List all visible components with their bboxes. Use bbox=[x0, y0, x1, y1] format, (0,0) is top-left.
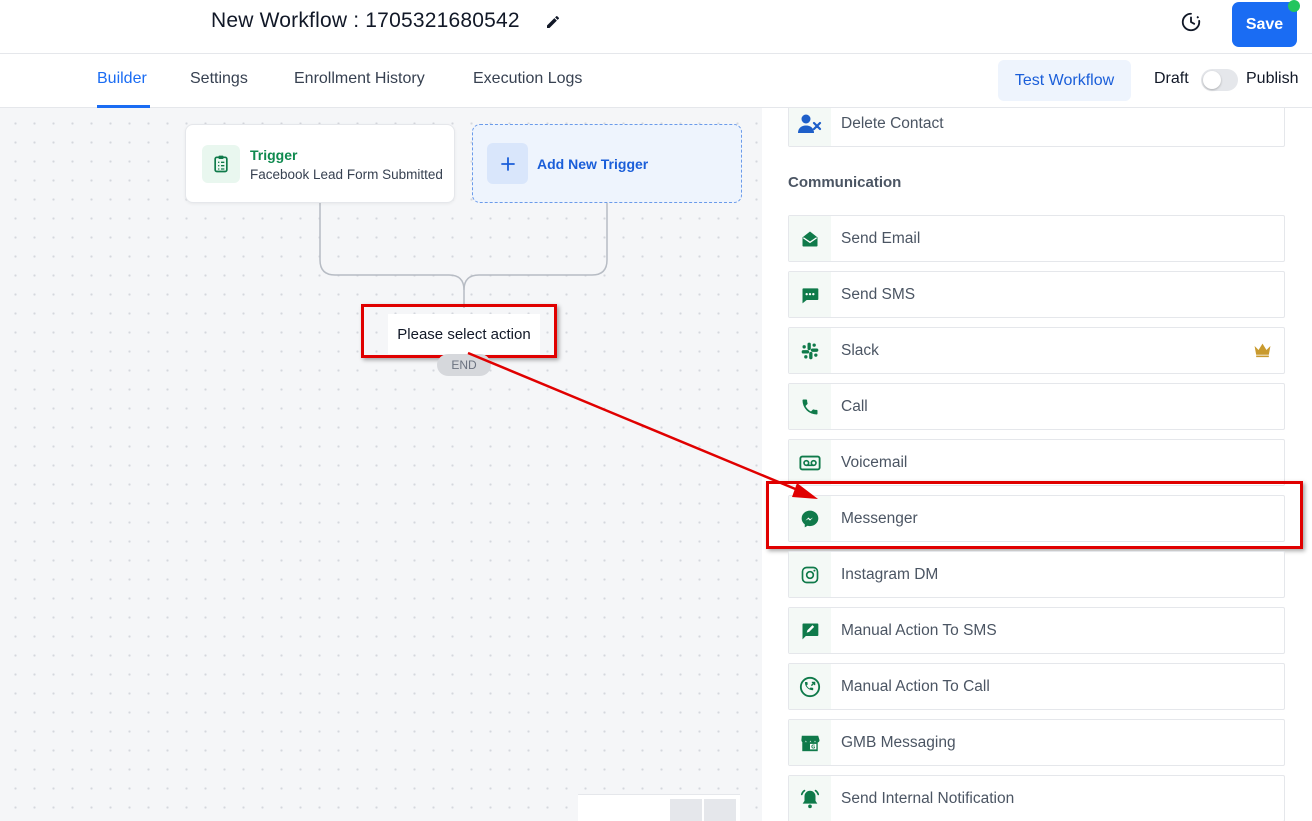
action-icon-cell bbox=[789, 664, 831, 709]
action-icon-cell bbox=[789, 776, 831, 821]
section-title-communication: Communication bbox=[788, 174, 902, 191]
action-manual-call[interactable]: Manual Action To Call bbox=[788, 663, 1285, 710]
trigger-subtitle: Facebook Lead Form Submitted bbox=[250, 167, 443, 182]
zoom-control-button[interactable] bbox=[670, 799, 702, 821]
action-manual-sms[interactable]: Manual Action To SMS bbox=[788, 607, 1285, 654]
canvas-controls bbox=[578, 794, 740, 821]
gmb-icon: G bbox=[801, 735, 820, 751]
action-send-internal-notification[interactable]: Send Internal Notification bbox=[788, 775, 1285, 821]
manual-sms-icon bbox=[802, 623, 819, 639]
bell-icon bbox=[800, 789, 820, 808]
action-delete-contact[interactable]: Delete Contact bbox=[788, 108, 1285, 147]
action-label: Manual Action To Call bbox=[841, 678, 990, 695]
action-icon-cell bbox=[789, 440, 831, 485]
clipboard-icon bbox=[214, 155, 228, 173]
add-trigger-plus-box bbox=[487, 143, 528, 184]
status-dot bbox=[1288, 0, 1300, 12]
pencil-icon[interactable] bbox=[545, 14, 561, 30]
end-node: END bbox=[437, 354, 491, 376]
history-icon[interactable] bbox=[1180, 11, 1202, 33]
tab-builder[interactable]: Builder bbox=[97, 70, 147, 88]
trigger-title: Trigger bbox=[250, 147, 298, 163]
plus-icon bbox=[500, 156, 515, 171]
user-delete-icon bbox=[798, 114, 822, 133]
action-icon-cell bbox=[789, 272, 831, 317]
voicemail-icon bbox=[799, 455, 821, 470]
zoom-control-button[interactable] bbox=[704, 799, 736, 821]
svg-text:G: G bbox=[811, 744, 815, 750]
workflow-title: New Workflow : 1705321680542 bbox=[211, 9, 520, 32]
action-label: Call bbox=[841, 398, 868, 415]
phone-icon bbox=[802, 399, 818, 414]
action-label: Delete Contact bbox=[841, 115, 944, 132]
action-instagram-dm[interactable]: Instagram DM bbox=[788, 551, 1285, 598]
crown-icon bbox=[1254, 343, 1271, 358]
action-label: Slack bbox=[841, 342, 879, 359]
action-icon-cell bbox=[789, 328, 831, 373]
slack-icon bbox=[801, 342, 819, 359]
manual-call-icon bbox=[799, 676, 821, 697]
tab-execution-logs[interactable]: Execution Logs bbox=[473, 70, 582, 88]
trigger-card[interactable]: Trigger Facebook Lead Form Submitted bbox=[185, 124, 455, 203]
add-trigger-card[interactable]: Add New Trigger bbox=[472, 124, 742, 203]
action-gmb-messaging[interactable]: G GMB Messaging bbox=[788, 719, 1285, 766]
action-send-email[interactable]: Send Email bbox=[788, 215, 1285, 262]
action-icon-cell bbox=[789, 216, 831, 261]
action-icon-cell bbox=[789, 108, 831, 146]
workflow-header: New Workflow : 1705321680542 Save bbox=[0, 0, 1312, 54]
action-label: Voicemail bbox=[841, 454, 908, 471]
email-icon bbox=[802, 231, 818, 246]
draft-label: Draft bbox=[1154, 70, 1189, 87]
action-slack[interactable]: Slack bbox=[788, 327, 1285, 374]
sms-icon bbox=[802, 287, 819, 303]
add-trigger-label: Add New Trigger bbox=[537, 156, 649, 172]
save-button[interactable]: Save bbox=[1232, 2, 1297, 47]
annotation-highlight-action bbox=[361, 304, 557, 358]
publish-label: Publish bbox=[1246, 70, 1299, 87]
instagram-icon bbox=[801, 566, 819, 583]
trigger-icon-box bbox=[202, 145, 240, 183]
publish-toggle[interactable] bbox=[1201, 69, 1238, 91]
action-label: Instagram DM bbox=[841, 566, 939, 583]
action-icon-cell bbox=[789, 608, 831, 653]
tab-settings[interactable]: Settings bbox=[190, 70, 248, 88]
action-label: GMB Messaging bbox=[841, 734, 956, 751]
annotation-highlight-messenger bbox=[766, 481, 1303, 549]
connector-lines bbox=[319, 203, 608, 308]
tab-enrollment-history[interactable]: Enrollment History bbox=[294, 70, 425, 88]
tab-bar: Builder Settings Enrollment History Exec… bbox=[0, 54, 1312, 108]
action-label: Send Email bbox=[841, 230, 921, 247]
action-label: Send SMS bbox=[841, 286, 916, 303]
workflow-canvas[interactable]: Trigger Facebook Lead Form Submitted Add… bbox=[0, 108, 762, 821]
test-workflow-button[interactable]: Test Workflow bbox=[998, 60, 1131, 101]
actions-panel: Delete Contact Communication Send Email … bbox=[762, 108, 1312, 821]
action-icon-cell bbox=[789, 552, 831, 597]
action-label: Send Internal Notification bbox=[841, 790, 1015, 807]
toggle-knob bbox=[1203, 71, 1221, 89]
action-send-sms[interactable]: Send SMS bbox=[788, 271, 1285, 318]
action-voicemail[interactable]: Voicemail bbox=[788, 439, 1285, 486]
action-icon-cell bbox=[789, 384, 831, 429]
action-label: Manual Action To SMS bbox=[841, 622, 997, 639]
action-call[interactable]: Call bbox=[788, 383, 1285, 430]
action-icon-cell: G bbox=[789, 720, 831, 765]
